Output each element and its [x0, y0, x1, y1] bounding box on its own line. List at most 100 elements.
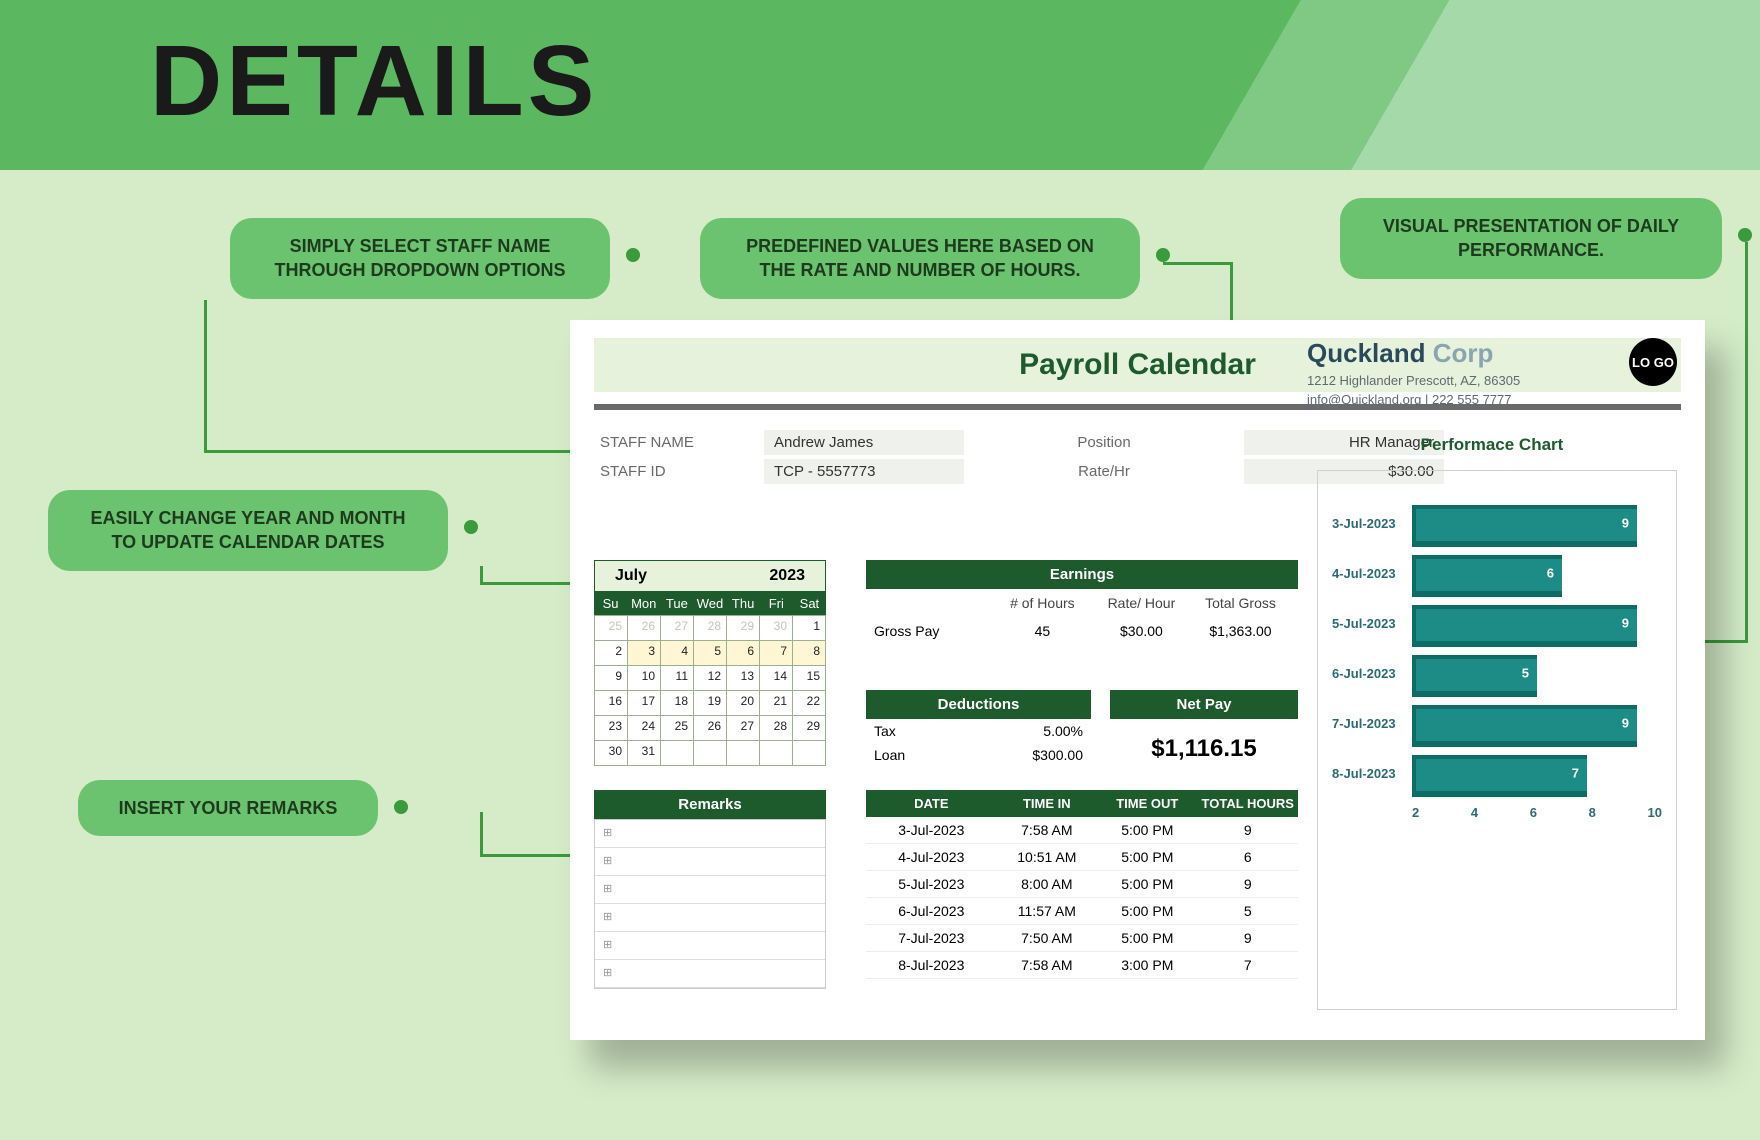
calendar-cell[interactable]: 30: [595, 741, 628, 766]
calendar-cell[interactable]: 10: [628, 666, 661, 691]
remarks-section: Remarks ⊞⊞⊞⊞⊞⊞: [594, 790, 826, 989]
calendar-cell[interactable]: 9: [595, 666, 628, 691]
staff-id-field[interactable]: TCP - 5557773: [764, 459, 964, 484]
calendar-cell[interactable]: 6: [727, 641, 760, 666]
calendar-cell[interactable]: 22: [793, 691, 826, 716]
remarks-row[interactable]: ⊞: [595, 820, 825, 848]
company-name: Quckland Corp: [1307, 338, 1677, 369]
calendar-dow-row: SuMonTueWedThuFriSat: [594, 592, 826, 615]
connector: [204, 300, 207, 450]
netpay-header: Net Pay: [1110, 690, 1298, 719]
calendar-cell[interactable]: [793, 741, 826, 766]
staff-id-label: STAFF ID: [594, 459, 704, 484]
staff-name-label: STAFF NAME: [594, 430, 704, 455]
calendar-header[interactable]: July 2023: [594, 560, 826, 592]
performance-chart-title: Performace Chart: [1307, 435, 1677, 455]
time-log-header: DATE TIME IN TIME OUT TOTAL HOURS: [866, 790, 1298, 817]
callout-dot: [464, 520, 478, 534]
calendar-cell[interactable]: 13: [727, 666, 760, 691]
details-banner: DETAILS: [0, 0, 1760, 170]
calendar-cell[interactable]: [661, 741, 694, 766]
calendar-cell[interactable]: [760, 741, 793, 766]
callout-dot: [394, 800, 408, 814]
callout-text: EASILY CHANGE YEAR AND MONTH TO UPDATE C…: [90, 508, 405, 552]
calendar-cell[interactable]: 19: [694, 691, 727, 716]
calendar-cell[interactable]: 28: [694, 616, 727, 641]
calendar-cell[interactable]: 7: [760, 641, 793, 666]
calendar-cell[interactable]: [694, 741, 727, 766]
log-row: 5-Jul-20238:00 AM5:00 PM9: [866, 871, 1298, 898]
callout-text: VISUAL PRESENTATION OF DAILY PERFORMANCE…: [1383, 216, 1679, 260]
calendar-cell[interactable]: 1: [793, 616, 826, 641]
company-address: 1212 Highlander Prescott, AZ, 86305: [1307, 373, 1677, 388]
remarks-row[interactable]: ⊞: [595, 848, 825, 876]
chart-bar-row: 4-Jul-20236: [1332, 555, 1662, 591]
calendar-cell[interactable]: 15: [793, 666, 826, 691]
log-row: 8-Jul-20237:58 AM3:00 PM7: [866, 952, 1298, 979]
remarks-row[interactable]: ⊞: [595, 904, 825, 932]
calendar-cell[interactable]: 25: [661, 716, 694, 741]
chart-bar-row: 6-Jul-20235: [1332, 655, 1662, 691]
calendar-cell[interactable]: 4: [661, 641, 694, 666]
calendar-cell[interactable]: 29: [793, 716, 826, 741]
time-log-section: DATE TIME IN TIME OUT TOTAL HOURS 3-Jul-…: [866, 790, 1298, 979]
performance-chart: 3-Jul-202394-Jul-202365-Jul-202396-Jul-2…: [1317, 470, 1677, 1010]
log-row: 7-Jul-20237:50 AM5:00 PM9: [866, 925, 1298, 952]
earnings-column-row: # of Hours Rate/ Hour Total Gross: [866, 589, 1298, 617]
log-row: 6-Jul-202311:57 AM5:00 PM5: [866, 898, 1298, 925]
calendar-cell[interactable]: 8: [793, 641, 826, 666]
calendar-cell[interactable]: 11: [661, 666, 694, 691]
calendar-cell[interactable]: 28: [760, 716, 793, 741]
company-contact: info@Quickland.org | 222 555 7777: [1307, 392, 1677, 407]
deduction-row: Loan$300.00: [866, 743, 1091, 767]
callout-text: INSERT YOUR REMARKS: [119, 798, 338, 818]
calendar-cell[interactable]: 18: [661, 691, 694, 716]
payroll-sheet: Payroll Calendar STAFF NAME Andrew James…: [570, 320, 1705, 1040]
deduction-row: Tax5.00%: [866, 719, 1091, 743]
calendar-cell[interactable]: 27: [661, 616, 694, 641]
calendar-cell[interactable]: 27: [727, 716, 760, 741]
staff-name-field[interactable]: Andrew James: [764, 430, 964, 455]
chart-bar-row: 3-Jul-20239: [1332, 505, 1662, 541]
chart-bar-row: 8-Jul-20237: [1332, 755, 1662, 791]
callout-dot: [1738, 228, 1752, 242]
remarks-row[interactable]: ⊞: [595, 876, 825, 904]
chart-axis: 246810: [1332, 805, 1662, 820]
sheet-title: Payroll Calendar: [1019, 348, 1256, 381]
remarks-row[interactable]: ⊞: [595, 932, 825, 960]
position-label: Position: [1024, 430, 1184, 455]
calendar-cell[interactable]: 2: [595, 641, 628, 666]
callout-dot: [626, 248, 640, 262]
earnings-section: Earnings # of Hours Rate/ Hour Total Gro…: [866, 560, 1298, 645]
calendar-cell[interactable]: [727, 741, 760, 766]
earnings-header: Earnings: [866, 560, 1298, 589]
calendar-cell[interactable]: 25: [595, 616, 628, 641]
calendar-cell[interactable]: 5: [694, 641, 727, 666]
remarks-row[interactable]: ⊞: [595, 960, 825, 988]
calendar-cell[interactable]: 29: [727, 616, 760, 641]
logo-icon: LO GO: [1629, 338, 1677, 386]
calendar-cell[interactable]: 3: [628, 641, 661, 666]
calendar-cell[interactable]: 21: [760, 691, 793, 716]
calendar-cell[interactable]: 23: [595, 716, 628, 741]
callout-year-month: EASILY CHANGE YEAR AND MONTH TO UPDATE C…: [48, 490, 448, 571]
calendar-cell[interactable]: 14: [760, 666, 793, 691]
log-row: 3-Jul-20237:58 AM5:00 PM9: [866, 817, 1298, 844]
calendar-year: 2023: [769, 567, 805, 585]
calendar-cell[interactable]: 20: [727, 691, 760, 716]
calendar-cell[interactable]: 26: [694, 716, 727, 741]
calendar-cell[interactable]: 24: [628, 716, 661, 741]
calendar-cell[interactable]: 17: [628, 691, 661, 716]
connector: [480, 812, 483, 856]
callout-text: PREDEFINED VALUES HERE BASED ON THE RATE…: [746, 236, 1094, 280]
remarks-body[interactable]: ⊞⊞⊞⊞⊞⊞: [594, 819, 826, 989]
callout-text: SIMPLY SELECT STAFF NAME THROUGH DROPDOW…: [275, 236, 566, 280]
calendar-cell[interactable]: 30: [760, 616, 793, 641]
calendar-cell[interactable]: 26: [628, 616, 661, 641]
callout-remarks: INSERT YOUR REMARKS: [78, 780, 378, 836]
netpay-value: $1,116.15: [1110, 719, 1298, 779]
calendar-cell[interactable]: 12: [694, 666, 727, 691]
calendar-cell[interactable]: 31: [628, 741, 661, 766]
connector: [1745, 242, 1748, 642]
calendar-cell[interactable]: 16: [595, 691, 628, 716]
